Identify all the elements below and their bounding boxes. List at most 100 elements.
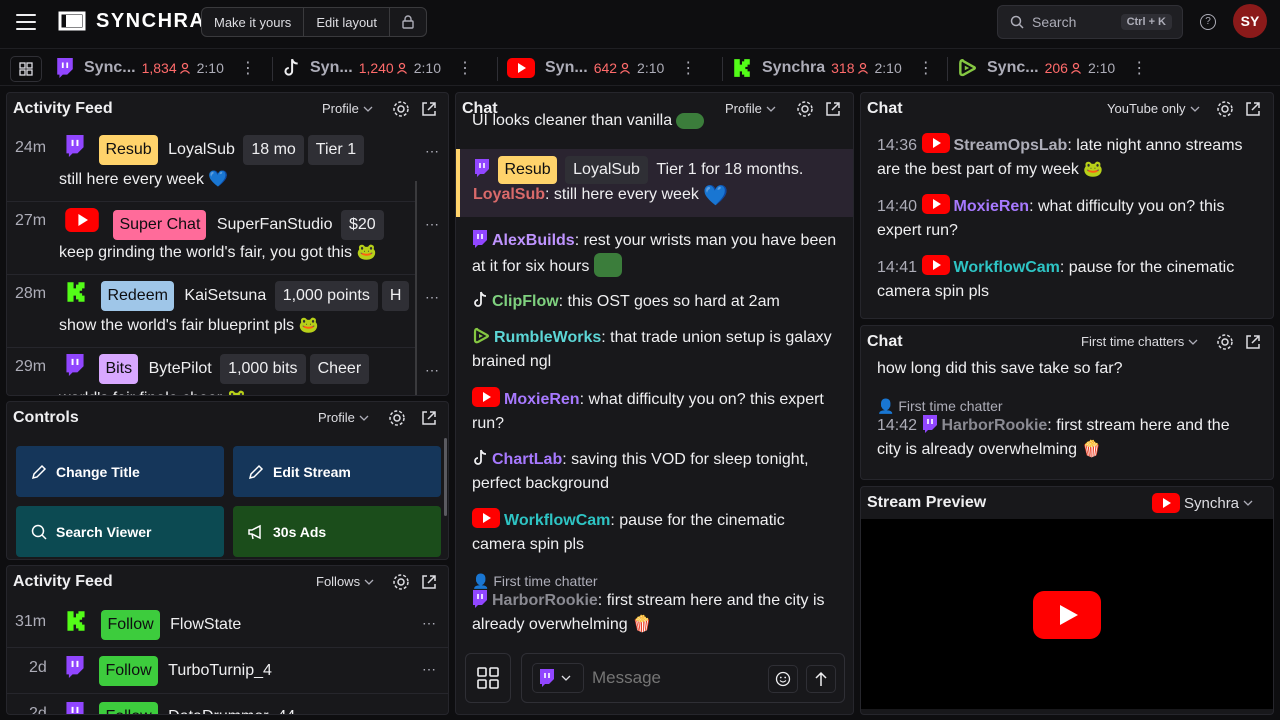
popout-icon[interactable] bbox=[420, 100, 438, 118]
username[interactable]: RumbleWorks bbox=[494, 329, 601, 346]
stream-tab-kick[interactable]: Synchra 318 2:10 ⋮ bbox=[732, 49, 934, 87]
lock-button[interactable] bbox=[389, 8, 426, 36]
row-more-icon[interactable]: ⋯ bbox=[425, 216, 439, 233]
username[interactable]: DataDrummer_44 bbox=[168, 708, 295, 714]
edit-layout-button[interactable]: Edit layout bbox=[303, 8, 389, 36]
streams-grid-button[interactable] bbox=[10, 56, 42, 82]
feed-row[interactable]: 2d Follow TurboTurnip_4 ⋯ bbox=[7, 648, 448, 694]
username[interactable]: BytePilot bbox=[149, 360, 212, 377]
logo[interactable]: SYNCHRA bbox=[56, 9, 205, 33]
stream-tab-rumble[interactable]: Sync... 206 2:10 ⋮ bbox=[957, 49, 1147, 87]
top-bar: SYNCHRA Make it yours Edit layout Search… bbox=[0, 0, 1280, 44]
username[interactable]: HarborRookie bbox=[942, 417, 1048, 434]
username[interactable]: ClipFlow bbox=[492, 293, 559, 310]
popout-icon[interactable] bbox=[1244, 100, 1262, 118]
username[interactable]: SuperFanStudio bbox=[217, 216, 333, 233]
username[interactable]: MoxieRen bbox=[954, 198, 1030, 215]
more-options-icon[interactable]: ⋮ bbox=[457, 58, 473, 78]
edit-stream-button[interactable]: Edit Stream bbox=[233, 446, 441, 497]
username[interactable]: ChartLab bbox=[492, 451, 562, 468]
timestamp: 14:42 bbox=[877, 417, 918, 434]
search-input[interactable]: Search Ctrl + K bbox=[997, 5, 1183, 39]
popout-icon[interactable] bbox=[1244, 333, 1262, 351]
username[interactable]: LoyalSub bbox=[168, 141, 235, 158]
feed-row[interactable]: 27m Super Chat SuperFanStudio $20 keep g… bbox=[7, 202, 415, 275]
channel-name: Synchra bbox=[1184, 494, 1240, 512]
row-more-icon[interactable]: ⋯ bbox=[425, 362, 439, 379]
more-options-icon[interactable]: ⋮ bbox=[1131, 58, 1147, 78]
scrollbar[interactable] bbox=[444, 438, 447, 516]
username[interactable]: FlowState bbox=[170, 616, 241, 633]
popout-icon[interactable] bbox=[420, 409, 438, 427]
twitch-icon bbox=[922, 415, 937, 433]
filter-label: First time chatters bbox=[1081, 334, 1185, 349]
profile-filter-dropdown[interactable]: Profile bbox=[322, 101, 373, 116]
username[interactable]: WorkflowCam bbox=[954, 259, 1060, 276]
change-title-button[interactable]: Change Title bbox=[16, 446, 224, 497]
viewer-count-value: 1,240 bbox=[358, 60, 394, 76]
apps-grid-button[interactable] bbox=[465, 653, 511, 703]
kick-icon bbox=[67, 611, 85, 631]
row-more-icon[interactable]: ⋯ bbox=[425, 289, 439, 306]
username[interactable]: HarborRookie bbox=[492, 592, 598, 609]
message-text: how long did this save take so far? bbox=[877, 360, 1123, 377]
follows-filter-dropdown[interactable]: Follows bbox=[316, 574, 374, 589]
username[interactable]: StreamOpsLab bbox=[954, 137, 1068, 154]
settings-gear-icon[interactable] bbox=[1216, 333, 1234, 351]
settings-gear-icon[interactable] bbox=[1216, 100, 1234, 118]
feed-row[interactable]: 24m Resub LoyalSub 18 mo Tier 1 still her… bbox=[7, 129, 415, 202]
username[interactable]: AlexBuilds bbox=[492, 232, 575, 249]
make-it-yours-button[interactable]: Make it yours bbox=[202, 8, 303, 36]
more-options-icon[interactable]: ⋮ bbox=[918, 58, 934, 78]
search-viewer-button[interactable]: Search Viewer bbox=[16, 506, 224, 557]
stream-tab-youtube[interactable]: Syn... 642 2:10 ⋮ bbox=[507, 49, 696, 87]
video-player[interactable] bbox=[861, 519, 1273, 709]
youtube-play-icon[interactable] bbox=[1033, 591, 1101, 639]
username[interactable]: WorkflowCam bbox=[504, 512, 610, 529]
chat-message: WorkflowCam: pause for the cinematic cam… bbox=[472, 508, 842, 557]
row-more-icon[interactable]: ⋯ bbox=[422, 615, 436, 632]
settings-gear-icon[interactable] bbox=[392, 573, 410, 591]
feed-row[interactable]: 31m Follow FlowState ⋯ bbox=[7, 602, 448, 648]
youtube-only-filter-dropdown[interactable]: YouTube only bbox=[1107, 101, 1200, 116]
feed-row[interactable]: 2d Follow DataDrummer_44 ⋯ bbox=[7, 694, 448, 714]
popout-icon[interactable] bbox=[420, 573, 438, 591]
settings-gear-icon[interactable] bbox=[388, 409, 406, 427]
feed-row[interactable]: 28m Redeem KaiSetsuna 1,000 points H show… bbox=[7, 275, 415, 348]
username[interactable]: KaiSetsuna bbox=[184, 287, 266, 304]
username[interactable]: LoyalSub bbox=[473, 186, 545, 203]
stream-tab-tiktok[interactable]: Syn... 1,240 2:10 ⋮ bbox=[282, 49, 473, 87]
viewer-count: 318 bbox=[831, 60, 868, 76]
stream-tab-twitch[interactable]: Sync... 1,834 2:10 ⋮ bbox=[56, 49, 256, 87]
send-button[interactable] bbox=[806, 665, 836, 693]
emoji-button[interactable] bbox=[768, 665, 798, 693]
help-icon[interactable]: ? bbox=[1200, 14, 1216, 30]
feed-message: world's fair finale cheer 🐸 bbox=[59, 386, 247, 395]
ads-30s-button[interactable]: 30s Ads bbox=[233, 506, 441, 557]
settings-gear-icon[interactable] bbox=[392, 100, 410, 118]
username-pill[interactable]: LoyalSub bbox=[565, 156, 648, 184]
profile-filter-dropdown[interactable]: Profile bbox=[318, 410, 369, 425]
username[interactable]: MoxieRen bbox=[504, 391, 580, 408]
scrollbar[interactable] bbox=[415, 181, 417, 395]
username[interactable]: TurboTurnip_4 bbox=[168, 662, 272, 679]
youtube-icon bbox=[921, 133, 950, 153]
platform-selector[interactable] bbox=[532, 663, 584, 693]
more-options-icon[interactable]: ⋮ bbox=[240, 58, 256, 78]
event-age: 28m bbox=[15, 285, 47, 302]
avatar[interactable]: SY bbox=[1233, 4, 1267, 38]
channel-selector[interactable]: Synchra bbox=[1152, 493, 1253, 513]
first-time-filter-dropdown[interactable]: First time chatters bbox=[1081, 334, 1198, 349]
label-text: First time chatter bbox=[493, 573, 598, 589]
twitch-icon bbox=[475, 159, 489, 177]
message-input[interactable] bbox=[592, 666, 762, 690]
more-options-icon[interactable]: ⋮ bbox=[680, 58, 696, 78]
row-more-icon[interactable]: ⋯ bbox=[422, 661, 436, 678]
menu-icon[interactable] bbox=[16, 14, 36, 30]
row-more-icon[interactable]: ⋯ bbox=[425, 143, 439, 160]
rumble-icon bbox=[473, 327, 490, 344]
feed-row[interactable]: 29m Bits BytePilot 1,000 bitsCheer world… bbox=[7, 348, 415, 395]
first-time-chat-panel: Chat First time chatters how long did th… bbox=[860, 325, 1274, 480]
chat-message: MoxieRen: what difficulty you on? this e… bbox=[472, 387, 842, 436]
row-more-icon[interactable]: ⋯ bbox=[422, 707, 436, 714]
